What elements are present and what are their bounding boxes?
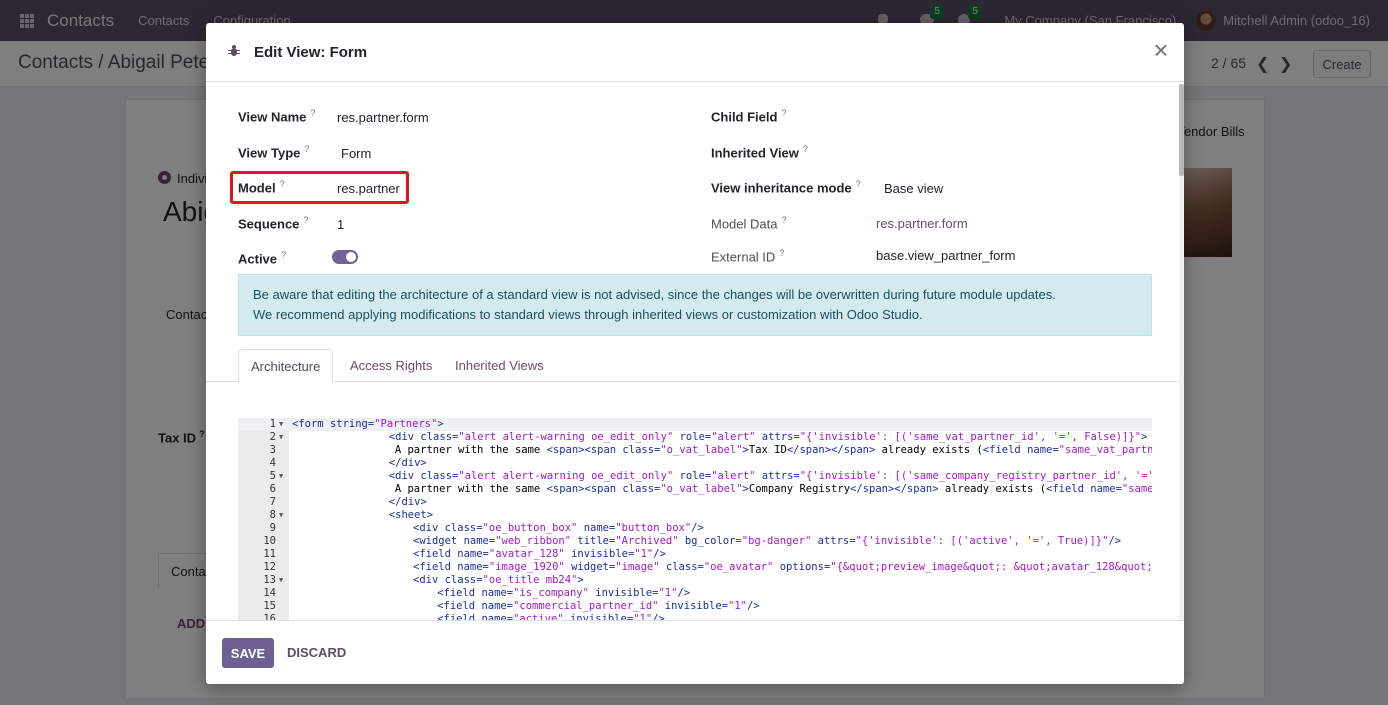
code-line[interactable]: 3 A partner with the same <span><span cla… bbox=[238, 444, 1152, 457]
code-line[interactable]: 5 ▼ <div class="alert alert-warning oe_edi… bbox=[238, 470, 1152, 483]
line-number: 14 bbox=[263, 587, 276, 599]
line-number: 16 bbox=[263, 613, 276, 620]
active-label: Active? bbox=[238, 250, 287, 267]
fold-toggle-icon[interactable]: ▼ bbox=[279, 431, 283, 444]
code-text: </div> bbox=[388, 496, 427, 508]
code-text: <field name="commercial_partner_id" invi… bbox=[437, 600, 760, 612]
tab-architecture[interactable]: Architecture bbox=[238, 349, 334, 383]
code-text: <sheet> bbox=[388, 509, 434, 521]
code-line[interactable]: 13 ▼ <div class="oe_title mb24"> bbox=[238, 574, 1152, 587]
close-icon[interactable]: × bbox=[1150, 37, 1172, 63]
warning-alert: Be aware that editing the architecture o… bbox=[238, 274, 1152, 336]
line-number: 15 bbox=[263, 600, 276, 612]
line-number: 2 bbox=[269, 431, 276, 443]
line-number: 1 bbox=[269, 418, 276, 430]
alert-line-1: Be aware that editing the architecture o… bbox=[253, 287, 1056, 302]
model-highlight-box bbox=[230, 171, 409, 204]
code-text: <div class="alert alert-warning oe_edit_… bbox=[388, 431, 1148, 443]
code-line[interactable]: 4 </div> bbox=[238, 457, 1152, 470]
sequence-label: Sequence? bbox=[238, 215, 309, 232]
bug-icon bbox=[228, 45, 240, 57]
edit-view-dialog: Edit View: Form × View Name? res.partner… bbox=[206, 23, 1184, 684]
code-line[interactable]: 14 <field name="is_company" invisible="1"… bbox=[238, 587, 1152, 600]
line-number: 4 bbox=[269, 457, 276, 469]
external-id-label: External ID? bbox=[711, 248, 785, 265]
line-number: 10 bbox=[263, 535, 276, 547]
view-name-field[interactable]: res.partner.form bbox=[337, 110, 429, 125]
code-line[interactable]: 16 <field name="active" invisible="1"/> bbox=[238, 613, 1152, 620]
model-data-label: Model Data? bbox=[711, 215, 787, 232]
code-text: <field name="avatar_128" invisible="1"/> bbox=[413, 548, 666, 560]
code-text: <widget name="web_ribbon" title="Archive… bbox=[413, 535, 1122, 547]
code-line[interactable]: 9 <div class="oe_button_box" name="button… bbox=[238, 522, 1152, 535]
code-text: A partner with the same <span><span clas… bbox=[394, 483, 1152, 495]
fold-toggle-icon[interactable]: ▼ bbox=[279, 418, 283, 431]
external-id-value: base.view_partner_form bbox=[876, 248, 1016, 263]
view-type-label: View Type? bbox=[238, 144, 310, 161]
code-line[interactable]: 15 <field name="commercial_partner_id" in… bbox=[238, 600, 1152, 613]
code-line[interactable]: 10 <widget name="web_ribbon" title="Archi… bbox=[238, 535, 1152, 548]
code-text: <field name="active" invisible="1"/> bbox=[437, 613, 665, 620]
inheritance-mode-select[interactable]: Base view bbox=[884, 181, 943, 196]
line-number: 12 bbox=[263, 561, 276, 573]
code-text: <div class="oe_button_box" name="button_… bbox=[413, 522, 704, 534]
child-field-label: Child Field? bbox=[711, 108, 787, 125]
dialog-body: View Name? res.partner.form View Type? F… bbox=[206, 83, 1184, 620]
code-line[interactable]: 2 ▼ <div class="alert alert-warning oe_edi… bbox=[238, 431, 1152, 444]
fold-toggle-icon[interactable]: ▼ bbox=[279, 509, 283, 522]
view-type-select[interactable]: Form bbox=[341, 146, 371, 161]
active-toggle[interactable] bbox=[332, 250, 358, 264]
code-text: <div class="oe_title mb24"> bbox=[413, 574, 584, 586]
view-name-label: View Name? bbox=[238, 108, 316, 125]
inheritance-mode-label: View inheritance mode? bbox=[711, 179, 861, 196]
model-data-link[interactable]: res.partner.form bbox=[876, 216, 968, 231]
code-text: <div class="alert alert-warning oe_edit_… bbox=[388, 470, 1152, 482]
dialog-header: Edit View: Form × bbox=[206, 23, 1184, 82]
sequence-field[interactable]: 1 bbox=[337, 217, 344, 232]
tab-inherited-views[interactable]: Inherited Views bbox=[443, 349, 556, 382]
architecture-code-editor[interactable]: 1 ▼ <form string="Partners"> 2 ▼ <div class="… bbox=[238, 418, 1152, 620]
dialog-scroll-thumb[interactable] bbox=[1179, 84, 1184, 176]
code-text: <field name="image_1920" widget="image" … bbox=[413, 561, 1152, 573]
line-number: 13 bbox=[263, 574, 276, 586]
dialog-tabs: Architecture Access Rights Inherited Vie… bbox=[206, 349, 1184, 383]
tab-access-rights[interactable]: Access Rights bbox=[338, 349, 444, 382]
fold-toggle-icon[interactable]: ▼ bbox=[279, 470, 283, 483]
line-number: 9 bbox=[269, 522, 276, 534]
line-number: 11 bbox=[263, 548, 276, 560]
code-text: </div> bbox=[388, 457, 427, 469]
code-line[interactable]: 12 <field name="image_1920" widget="image… bbox=[238, 561, 1152, 574]
code-text: <field name="is_company" invisible="1"/> bbox=[437, 587, 691, 599]
dialog-footer: SAVE DISCARD bbox=[206, 620, 1184, 684]
code-line[interactable]: 1 ▼ <form string="Partners"> bbox=[238, 418, 1152, 431]
inherited-view-label: Inherited View? bbox=[711, 144, 808, 161]
dialog-scrollbar[interactable] bbox=[1179, 84, 1184, 620]
line-number: 7 bbox=[269, 496, 276, 508]
code-text: <form string="Partners"> bbox=[292, 418, 444, 430]
code-line[interactable]: 6 A partner with the same <span><span cla… bbox=[238, 483, 1152, 496]
save-button[interactable]: SAVE bbox=[222, 638, 274, 668]
code-text: A partner with the same <span><span clas… bbox=[394, 444, 1152, 456]
code-line[interactable]: 11 <field name="avatar_128" invisible="1"… bbox=[238, 548, 1152, 561]
dialog-title: Edit View: Form bbox=[254, 44, 368, 61]
fold-toggle-icon[interactable]: ▼ bbox=[279, 574, 283, 587]
line-number: 8 bbox=[269, 509, 276, 521]
code-line[interactable]: 7 </div> bbox=[238, 496, 1152, 509]
discard-button[interactable]: DISCARD bbox=[287, 645, 346, 660]
line-number: 3 bbox=[269, 444, 276, 456]
line-number: 5 bbox=[269, 470, 276, 482]
alert-line-2: We recommend applying modifications to s… bbox=[253, 307, 923, 322]
line-number: 6 bbox=[269, 483, 276, 495]
code-line[interactable]: 8 ▼ <sheet> bbox=[238, 509, 1152, 522]
